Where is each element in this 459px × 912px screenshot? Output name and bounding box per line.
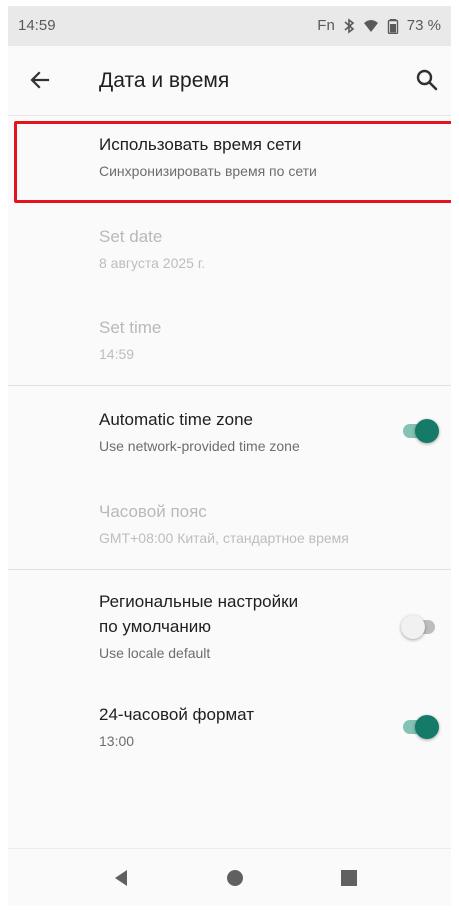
auto-timezone-summary: Use network-provided time zone [99, 438, 300, 454]
fn-label: Fn [317, 17, 335, 34]
hour24-setting[interactable]: 24-часовой формат 13:00 [8, 678, 451, 770]
recents-square-icon[interactable] [336, 865, 362, 891]
auto-timezone-title: Automatic time zone [99, 410, 254, 429]
set-date-title: Set date [99, 227, 163, 246]
switch-thumb [401, 615, 425, 639]
regional-summary: Use locale default [99, 645, 211, 661]
battery-icon [385, 18, 401, 34]
home-circle-icon[interactable] [222, 865, 248, 891]
bluetooth-icon [341, 17, 357, 34]
switch-thumb [415, 419, 439, 443]
status-icons: Fn 73 % [317, 17, 441, 34]
page-title: Дата и время [99, 69, 230, 92]
regional-title-line2: по умолчанию [99, 617, 211, 636]
arrow-back-icon[interactable] [26, 66, 54, 94]
wifi-icon [363, 18, 379, 34]
network-time-setting[interactable]: Использовать время сети Синхронизировать… [8, 118, 451, 204]
switch-thumb [415, 715, 439, 739]
app-toolbar: Дата и время [8, 46, 451, 116]
network-time-summary: Синхронизировать время по сети [99, 163, 317, 179]
timezone-summary: GMT+08:00 Китай, стандартное время [99, 530, 349, 546]
hour24-switch[interactable] [401, 714, 439, 740]
set-time-title: Set time [99, 318, 162, 337]
battery-percent: 73 % [406, 17, 441, 34]
auto-timezone-setting[interactable]: Automatic time zone Use network-provided… [8, 386, 451, 478]
timezone-setting[interactable]: Часовой пояс GMT+08:00 Китай, стандартно… [8, 478, 451, 568]
back-triangle-icon[interactable] [108, 865, 134, 891]
hour24-title: 24-часовой формат [99, 705, 254, 724]
network-time-title: Использовать время сети [99, 135, 302, 154]
hour24-summary: 13:00 [99, 733, 135, 749]
status-bar: 14:59 Fn 73 % [8, 6, 451, 46]
phone-screen: 14:59 Fn 73 % Дата и время Использовать … [8, 6, 451, 906]
regional-title-line1: Региональные настройки [99, 592, 299, 611]
search-icon[interactable] [413, 66, 441, 94]
set-date-setting[interactable]: Set date 8 августа 2025 г. [8, 206, 451, 296]
timezone-title: Часовой пояс [99, 502, 207, 521]
set-date-summary: 8 августа 2025 г. [99, 255, 206, 271]
regional-defaults-setting[interactable]: Региональные настройки по умолчанию Use … [8, 570, 451, 678]
set-time-summary: 14:59 [99, 346, 135, 362]
set-time-setting[interactable]: Set time 14:59 [8, 296, 451, 384]
navigation-bar [8, 848, 451, 906]
regional-switch[interactable] [401, 614, 439, 640]
auto-timezone-switch[interactable] [401, 418, 439, 444]
status-time: 14:59 [18, 17, 56, 34]
